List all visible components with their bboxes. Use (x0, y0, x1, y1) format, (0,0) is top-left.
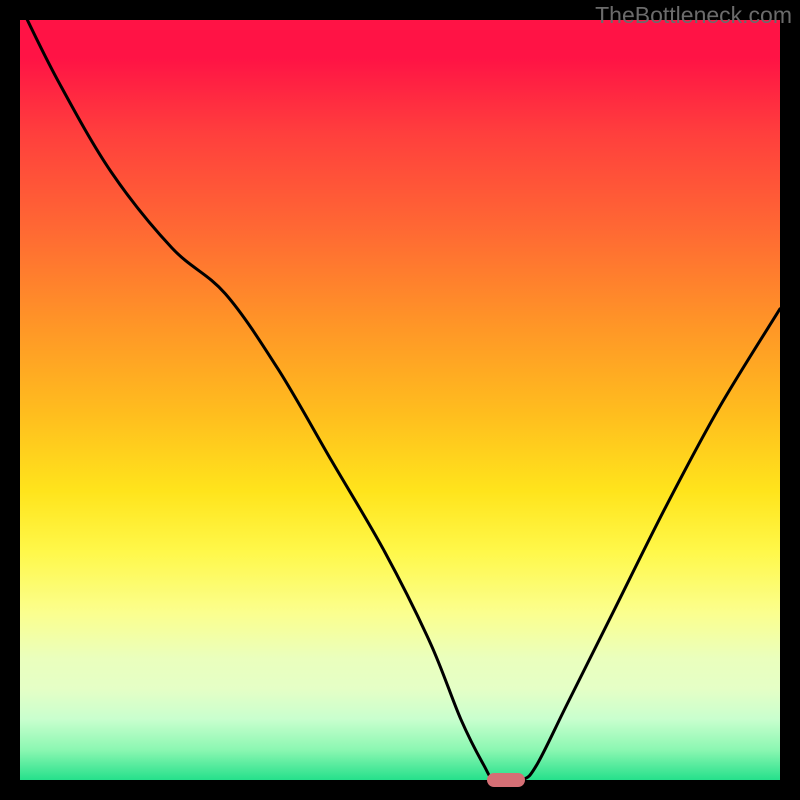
plot-area (20, 20, 780, 780)
curve-svg (20, 20, 780, 780)
bottleneck-curve (20, 20, 780, 780)
optimal-marker (487, 773, 525, 787)
watermark-text: TheBottleneck.com (595, 2, 792, 29)
chart-frame: TheBottleneck.com (0, 0, 800, 800)
